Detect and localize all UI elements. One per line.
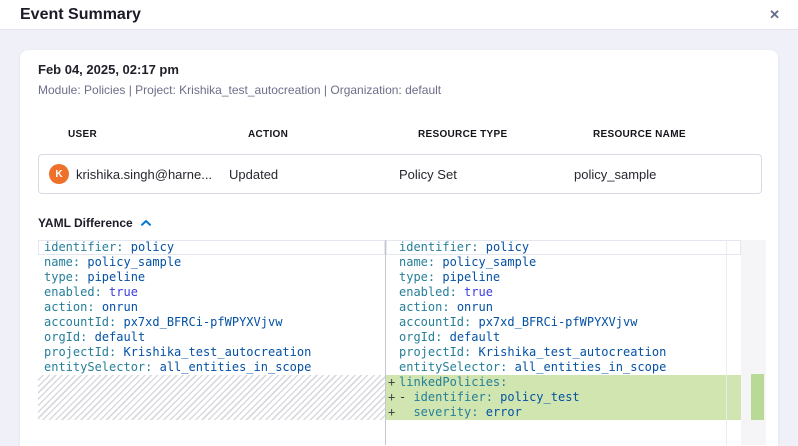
code-line: projectId: Krishika_test_autocreation xyxy=(386,345,741,360)
code-line: identifier: policy xyxy=(38,240,385,255)
code-line: +linkedPolicies: xyxy=(386,375,741,390)
code-line: type: pipeline xyxy=(386,270,741,285)
code-line: +- identifier: policy_test xyxy=(386,390,741,405)
modal-header: Event Summary ✕ xyxy=(0,0,798,30)
code-line: orgId: default xyxy=(386,330,741,345)
code-line: action: onrun xyxy=(386,300,741,315)
avatar: K xyxy=(49,164,69,184)
code-line: entitySelector: all_entities_in_scope xyxy=(386,360,741,375)
column-header-user: USER xyxy=(68,129,248,140)
code-line: name: policy_sample xyxy=(386,255,741,270)
action-cell: Updated xyxy=(229,167,399,182)
code-line: projectId: Krishika_test_autocreation xyxy=(38,345,385,360)
audit-table-header: USER ACTION RESOURCE TYPE RESOURCE NAME xyxy=(68,129,766,140)
scrollbar-track[interactable] xyxy=(726,240,727,445)
yaml-diff-editor: identifier: policyname: policy_sampletyp… xyxy=(38,240,766,445)
diff-added-marker xyxy=(751,374,764,420)
code-line: accountId: px7xd_BFRCi-pfWPYXVjvw xyxy=(38,315,385,330)
column-header-action: ACTION xyxy=(248,129,418,140)
code-line: identifier: policy xyxy=(386,240,741,255)
event-date: Feb 04, 2025, 02:17 pm xyxy=(38,62,766,78)
page-title: Event Summary xyxy=(20,6,141,24)
diff-pane-modified[interactable]: identifier: policyname: policy_sampletyp… xyxy=(386,240,741,445)
user-email: krishika.singh@harne... xyxy=(76,167,212,182)
code-line: name: policy_sample xyxy=(38,255,385,270)
diff-pane-original[interactable]: identifier: policyname: policy_sampletyp… xyxy=(38,240,385,445)
code-line: + severity: error xyxy=(386,405,741,420)
column-header-resource-type: RESOURCE TYPE xyxy=(418,129,593,140)
code-line: enabled: true xyxy=(38,285,385,300)
code-line: type: pipeline xyxy=(38,270,385,285)
code-line: accountId: px7xd_BFRCi-pfWPYXVjvw xyxy=(386,315,741,330)
event-scope-breadcrumb: Module: Policies | Project: Krishika_tes… xyxy=(38,83,766,97)
modal-body: Feb 04, 2025, 02:17 pm Module: Policies … xyxy=(0,30,798,446)
code-line: entitySelector: all_entities_in_scope xyxy=(38,360,385,375)
diff-filler-hatch xyxy=(38,375,385,420)
table-row: K krishika.singh@harne... Updated Policy… xyxy=(38,154,762,194)
yaml-difference-toggle[interactable]: YAML Difference xyxy=(38,216,152,230)
code-line: action: onrun xyxy=(38,300,385,315)
user-cell: K krishika.singh@harne... xyxy=(49,164,229,184)
diff-overview-ruler xyxy=(741,240,766,445)
code-line: orgId: default xyxy=(38,330,385,345)
yaml-difference-label: YAML Difference xyxy=(38,216,133,230)
resource-name-cell: policy_sample xyxy=(574,167,761,182)
column-header-resource-name: RESOURCE NAME xyxy=(593,129,766,140)
close-icon[interactable]: ✕ xyxy=(769,8,780,21)
resource-type-cell: Policy Set xyxy=(399,167,574,182)
code-line: enabled: true xyxy=(386,285,741,300)
chevron-up-icon xyxy=(140,216,152,230)
event-summary-card: Feb 04, 2025, 02:17 pm Module: Policies … xyxy=(20,50,778,446)
